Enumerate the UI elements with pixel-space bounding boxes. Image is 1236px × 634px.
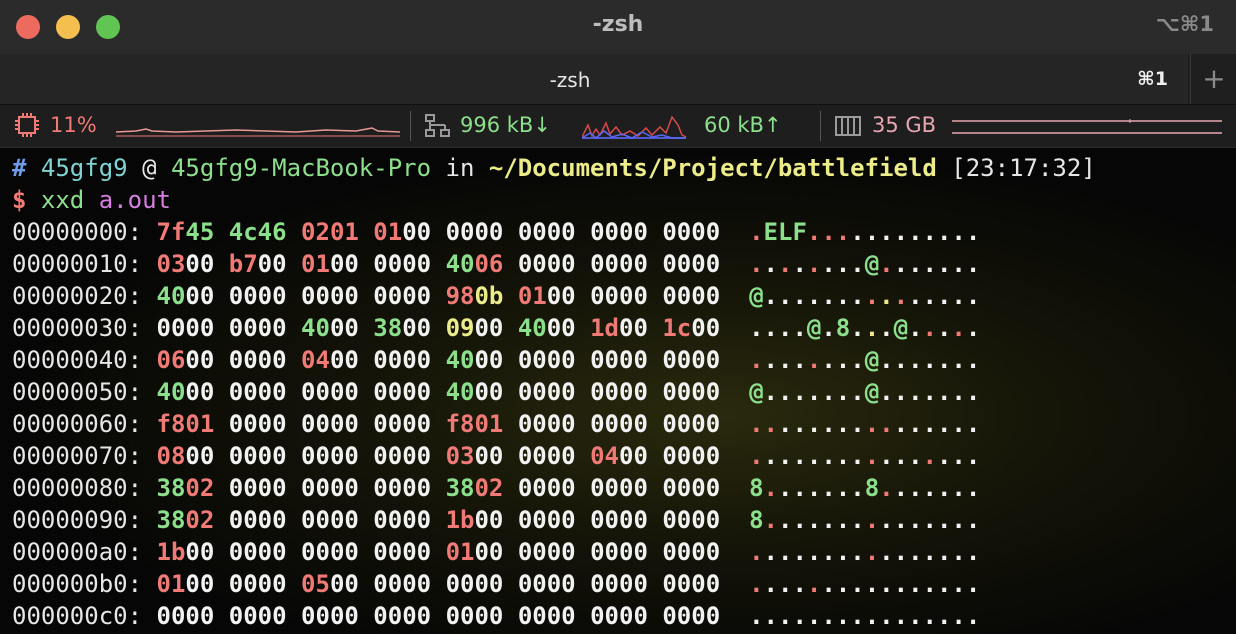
terminal-output[interactable]: # 45gfg9 @ 45gfg9-MacBook-Pro in ~/Docum… [0,148,1236,634]
hexdump-offset: 00000070: [12,442,143,470]
window-shortcut: ⌥⌘1 [1155,12,1214,36]
hexdump-row: 00000010: 0300 b700 0100 0000 4006 0000 … [12,248,980,280]
hexdump-bytes: 0100 0000 0500 0000 0000 0000 0000 0000 [156,570,721,598]
hexdump-bytes: 3802 0000 0000 0000 3802 0000 0000 0000 [156,474,721,502]
network-graph [582,115,686,139]
memory-icon [835,116,861,136]
hexdump-row: 00000060: f801 0000 0000 0000 f801 0000 … [12,408,980,440]
network-upload: 60 kB↑ [704,113,782,137]
hexdump-ascii: @............... [749,282,981,310]
hexdump-row: 00000020: 4000 0000 0000 0000 980b 0100 … [12,280,980,312]
hexdump-ascii: 8.......8....... [749,474,981,502]
command-line: $ xxd a.out [12,184,171,216]
hexdump-bytes: 0300 b700 0100 0000 4006 0000 0000 0000 [156,250,721,278]
hexdump-offset: 00000000: [12,218,143,246]
hexdump-row: 00000050: 4000 0000 0000 0000 4000 0000 … [12,376,980,408]
hexdump-ascii: ........@....... [749,250,981,278]
prompt-line: # 45gfg9 @ 45gfg9-MacBook-Pro in ~/Docum… [12,152,1096,184]
hexdump-row: 00000090: 3802 0000 0000 0000 1b00 0000 … [12,504,980,536]
memory-graph [952,119,1222,134]
prompt-path: ~/Documents/Project/battlefield [488,154,937,182]
hexdump-bytes: 3802 0000 0000 0000 1b00 0000 0000 0000 [156,506,721,534]
hexdump-row: 000000b0: 0100 0000 0500 0000 0000 0000 … [12,568,980,600]
hexdump-ascii: @.......@....... [749,378,981,406]
hexdump-offset: 00000030: [12,314,143,342]
hexdump-bytes: 0000 0000 0000 0000 0000 0000 0000 0000 [156,602,721,630]
prompt-hash: # [12,154,27,182]
hexdump-ascii: .ELF............ [749,218,981,246]
hexdump-offset: 000000c0: [12,602,143,630]
hexdump-ascii: ........@....... [749,346,981,374]
hexdump-bytes: 4000 0000 0000 0000 4000 0000 0000 0000 [156,378,721,406]
memory-usage: 35 GB [872,113,937,137]
tab-shortcut: ⌘1 [1137,68,1168,90]
hexdump-row: 000000a0: 1b00 0000 0000 0000 0100 0000 … [12,536,980,568]
hexdump-offset: 00000090: [12,506,143,534]
hexdump-offset: 000000a0: [12,538,143,566]
hexdump-row: 00000080: 3802 0000 0000 0000 3802 0000 … [12,472,980,504]
title-bar: -zsh ⌥⌘1 [0,0,1236,54]
hexdump-bytes: 0800 0000 0000 0000 0300 0000 0400 0000 [156,442,721,470]
terminal-window: -zsh ⌥⌘1 -zsh ⌘1 + 11% 996 kB↓ 60 kB↑ 35… [0,0,1236,634]
hexdump-bytes: 1b00 0000 0000 0000 0100 0000 0000 0000 [156,538,721,566]
hexdump-offset: 00000010: [12,250,143,278]
network-icon [425,114,450,137]
hexdump-offset: 00000040: [12,346,143,374]
prompt-in: in [445,154,475,182]
hexdump-bytes: 4000 0000 0000 0000 980b 0100 0000 0000 [156,282,721,310]
hexdump-bytes: 0600 0000 0400 0000 4000 0000 0000 0000 [156,346,721,374]
hexdump-bytes: 7f45 4c46 0201 0100 0000 0000 0000 0000 [156,218,721,246]
hexdump-offset: 000000b0: [12,570,143,598]
hexdump-bytes: 0000 0000 4000 3800 0900 4000 1d00 1c00 [156,314,721,342]
tab-bar: -zsh ⌘1 + [0,54,1236,105]
hexdump-ascii: ................ [749,602,981,630]
prompt-user: 45gfg9 [40,154,128,182]
prompt-at: @ [142,154,157,182]
hexdump-row: 00000000: 7f45 4c46 0201 0100 0000 0000 … [12,216,980,248]
hexdump-row: 00000070: 0800 0000 0000 0000 0300 0000 … [12,440,980,472]
hexdump-offset: 00000050: [12,378,143,406]
hexdump-row: 00000040: 0600 0000 0400 0000 4000 0000 … [12,344,980,376]
hexdump-ascii: ................ [749,410,981,438]
hexdump-offset: 00000020: [12,282,143,310]
window-title: -zsh [592,12,644,37]
command-name: xxd [40,186,85,214]
hexdump-ascii: ................ [749,538,981,566]
network-download: 996 kB↓ [460,113,551,137]
cpu-graph [116,127,400,137]
prompt-host: 45gfg9-MacBook-Pro [170,154,432,182]
hexdump-offset: 00000080: [12,474,143,502]
cpu-usage: 11% [50,113,97,137]
tab-label: -zsh [549,68,591,92]
command-argument: a.out [98,186,171,214]
prompt-time: [23:17:32] [951,154,1096,182]
hexdump-row: 00000030: 0000 0000 4000 3800 0900 4000 … [12,312,980,344]
hexdump-ascii: ................ [749,570,981,598]
cpu-icon [15,113,39,137]
prompt-dollar: $ [12,186,27,214]
hexdump-offset: 00000060: [12,410,143,438]
hexdump-bytes: f801 0000 0000 0000 f801 0000 0000 0000 [156,410,721,438]
tab-zsh[interactable]: -zsh ⌘1 [0,54,1188,104]
hexdump-row: 000000c0: 0000 0000 0000 0000 0000 0000 … [12,600,980,632]
hexdump-ascii: ....@.8...@..... [749,314,981,342]
new-tab-button[interactable]: + [1190,54,1236,104]
hexdump-ascii: ................ [749,442,981,470]
hexdump-ascii: 8............... [749,506,981,534]
status-bar: 11% 996 kB↓ 60 kB↑ 35 GB [0,105,1236,148]
